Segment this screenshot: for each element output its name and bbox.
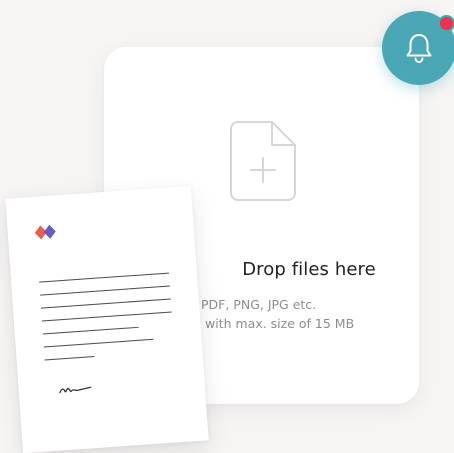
drop-hint: PDF, PNG, JPG etc. with max. size of 15 …: [192, 295, 392, 333]
file-plus-icon: [230, 121, 296, 201]
brand-logo-icon: [34, 224, 56, 240]
drop-title: Drop files here: [242, 259, 376, 280]
text-line: [41, 298, 171, 309]
notification-badge: [438, 15, 454, 32]
text-line: [39, 272, 169, 283]
text-line: [42, 326, 139, 335]
size-limit: with max. size of 15 MB: [205, 316, 355, 331]
text-line: [41, 311, 172, 322]
file-formats: PDF, PNG, JPG etc.: [201, 297, 317, 312]
document-illustration: [5, 185, 209, 453]
text-line: [40, 285, 170, 296]
text-line: [44, 355, 95, 361]
text-line: [43, 338, 154, 348]
signature-icon: [59, 386, 92, 394]
bell-icon: [406, 34, 432, 63]
